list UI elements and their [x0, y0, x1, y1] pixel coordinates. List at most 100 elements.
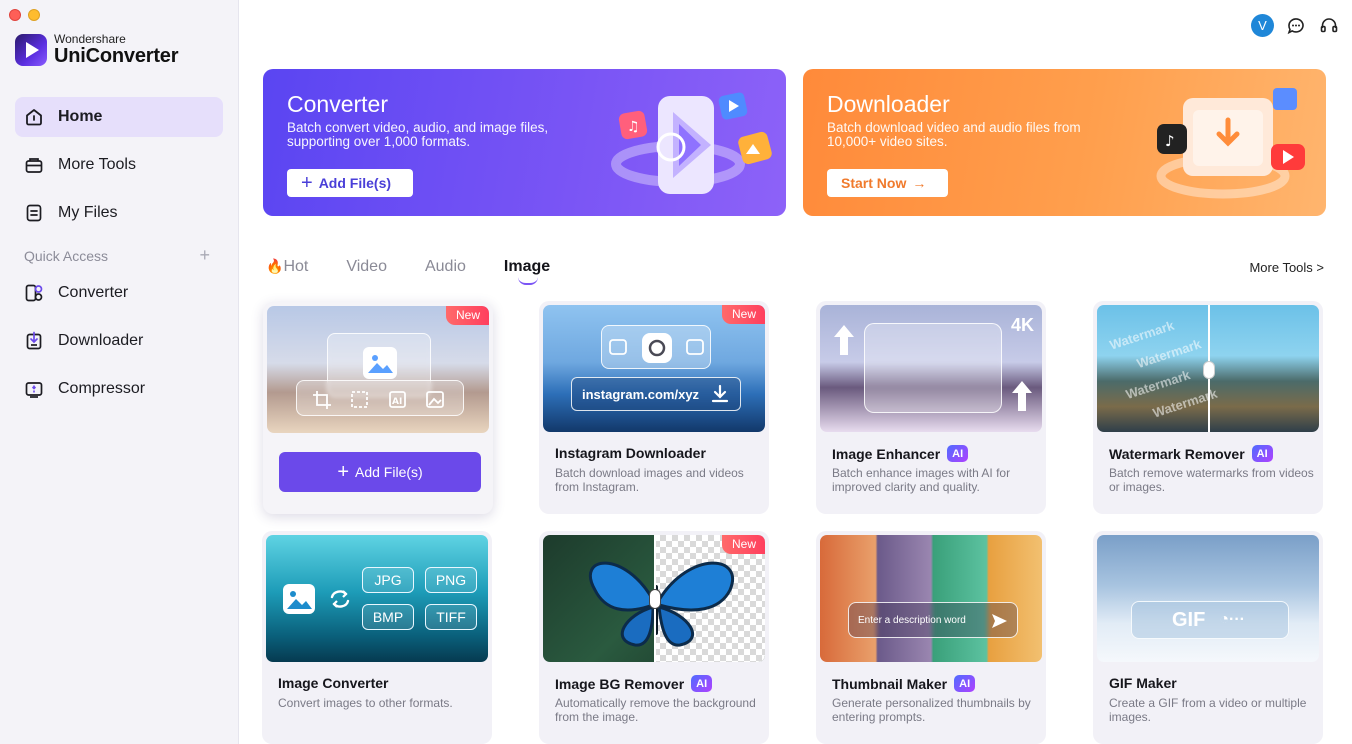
converter-banner-title: Converter	[287, 91, 388, 117]
converter-add-files-button[interactable]: + Add File(s)	[287, 169, 413, 197]
image-icon	[283, 584, 315, 614]
more-tools-link[interactable]: More Tools >	[1249, 260, 1324, 275]
sidebar-item-label: Home	[58, 108, 103, 125]
image-enhancer-card[interactable]: 4K Image Enhancer AI Batch enhance images…	[816, 301, 1046, 514]
feedback-icon[interactable]	[1285, 15, 1307, 37]
new-badge: New	[445, 306, 489, 325]
tab-hot[interactable]: 🔥Hot	[266, 258, 308, 276]
watermark-remover-card[interactable]: Watermark Watermark Watermark Watermark …	[1093, 301, 1323, 514]
add-quick-access-icon[interactable]: +	[199, 246, 210, 264]
card-title: Image BG Remover AI	[555, 675, 713, 692]
svg-text:AI: AI	[392, 397, 402, 407]
convert-arrows-icon	[330, 590, 350, 608]
sidebar-item-downloader[interactable]: Downloader	[15, 321, 223, 361]
image-editor-thumbnail: AI New	[267, 306, 489, 433]
image-converter-thumbnail: JPG PNG BMP TIFF	[266, 535, 488, 662]
converter-icon	[24, 283, 44, 303]
sidebar-item-my-files[interactable]: My Files	[15, 193, 223, 233]
top-bar-actions: V	[1251, 14, 1340, 37]
title-text: Watermark Remover	[1109, 445, 1245, 462]
downloader-banner[interactable]: Downloader Batch download video and audi…	[803, 69, 1326, 216]
enhance-frame	[864, 323, 1002, 413]
instagram-downloader-card[interactable]: instagram.com/xyz New Instagram Download…	[539, 301, 769, 514]
tab-video[interactable]: Video	[346, 258, 387, 276]
sidebar-item-more-tools[interactable]: More Tools	[15, 145, 223, 185]
image-enhancer-thumbnail: 4K	[820, 305, 1042, 432]
tab-audio[interactable]: Audio	[425, 258, 466, 276]
card-title: Image Enhancer AI	[832, 445, 969, 462]
title-text: Image Enhancer	[832, 445, 941, 462]
prompt-input: Enter a description word	[848, 602, 1018, 638]
minimize-window-button[interactable]	[28, 9, 40, 21]
svg-text:♪: ♪	[1165, 132, 1175, 150]
tab-image[interactable]: Image	[504, 258, 550, 285]
upscale-arrow-icon	[1012, 381, 1032, 411]
ai-badge: AI	[691, 675, 713, 692]
downloader-start-now-button[interactable]: Start Now →	[827, 169, 948, 197]
bg-remover-thumbnail: New	[543, 535, 765, 662]
image-bg-remover-card[interactable]: New Image BG Remover AI Automatically rem…	[539, 531, 769, 744]
sidebar-item-compressor[interactable]: Compressor	[15, 369, 223, 409]
instagram-url-field: instagram.com/xyz	[571, 377, 741, 411]
new-badge: New	[721, 305, 765, 324]
ai-badge: AI	[947, 445, 969, 462]
gif-maker-card[interactable]: GIF ◔··· GIF Maker Create a GIF from a v…	[1093, 531, 1323, 744]
home-icon	[24, 107, 44, 127]
title-text: Image Converter	[278, 675, 389, 691]
button-label: Add File(s)	[355, 464, 423, 480]
compare-slider-handle[interactable]	[1203, 361, 1215, 379]
sidebar-item-converter[interactable]: Converter	[15, 273, 223, 313]
arrow-right-icon: →	[912, 175, 927, 191]
gif-label-panel: GIF ◔···	[1131, 601, 1289, 639]
tab-label: Hot	[283, 258, 309, 275]
prompt-placeholder: Enter a description word	[858, 614, 966, 626]
uniconverter-logo-icon	[15, 33, 47, 66]
sidebar-item-home[interactable]: Home	[15, 97, 223, 137]
fire-icon: 🔥	[266, 258, 284, 274]
sidebar: Wondershare UniConverter Home More Tools…	[0, 0, 239, 744]
download-icon	[710, 384, 730, 407]
image-editor-card[interactable]: AI New + Add File(s)	[263, 302, 493, 514]
converter-banner[interactable]: Converter Batch convert video, audio, an…	[263, 69, 786, 216]
ai-badge: AI	[954, 675, 976, 692]
window-controls	[9, 9, 40, 21]
thumbnail-maker-thumbnail: Enter a description word	[820, 535, 1042, 662]
ai-badge: AI	[1251, 445, 1273, 462]
card-desc: Automatically remove the background from…	[555, 696, 756, 724]
card-title: GIF Maker	[1109, 675, 1177, 691]
button-label: Add File(s)	[318, 175, 392, 191]
converter-banner-desc: Batch convert video, audio, and image fi…	[287, 120, 549, 149]
sidebar-item-label: Compressor	[58, 380, 146, 397]
card-desc: Generate personalized thumbnails by ente…	[832, 696, 1031, 724]
edit-tools-bar: AI	[296, 380, 464, 416]
instagram-thumbnail: instagram.com/xyz New	[543, 305, 765, 432]
send-icon	[992, 614, 1007, 628]
format-tiff: TIFF	[425, 604, 477, 630]
support-headset-icon[interactable]	[1318, 15, 1340, 37]
sidebar-item-label: My Files	[58, 204, 118, 221]
button-label: Start Now	[841, 175, 907, 191]
image-add-files-button[interactable]: + Add File(s)	[279, 452, 481, 492]
title-text: Image BG Remover	[555, 675, 685, 692]
title-text: GIF Maker	[1109, 675, 1177, 691]
card-desc: Convert images to other formats.	[278, 696, 453, 710]
card-title: Image Converter	[278, 675, 388, 691]
image-converter-card[interactable]: JPG PNG BMP TIFF Image Converter Convert…	[262, 531, 492, 744]
close-window-button[interactable]	[9, 9, 21, 21]
app-logo: Wondershare UniConverter	[15, 33, 178, 66]
sidebar-item-label: More Tools	[58, 156, 136, 173]
compare-slider-handle[interactable]	[649, 589, 661, 609]
thumbnail-maker-card[interactable]: Enter a description word Thumbnail Maker…	[816, 531, 1046, 744]
card-title: Instagram Downloader	[555, 445, 706, 461]
category-tabs: 🔥Hot Video Audio Image	[266, 258, 588, 285]
gif-label: GIF	[1172, 608, 1206, 631]
title-text: Instagram Downloader	[555, 445, 706, 461]
sidebar-item-label: Converter	[58, 284, 129, 301]
svg-text:♫: ♫	[627, 119, 640, 135]
url-text: instagram.com/xyz	[582, 386, 700, 402]
user-avatar[interactable]: V	[1251, 14, 1274, 37]
social-icons-panel	[601, 325, 711, 369]
card-title: Watermark Remover AI	[1109, 445, 1273, 462]
card-desc: Create a GIF from a video or multiple im…	[1109, 696, 1307, 724]
card-desc: Batch remove watermarks from videos or i…	[1109, 466, 1314, 494]
